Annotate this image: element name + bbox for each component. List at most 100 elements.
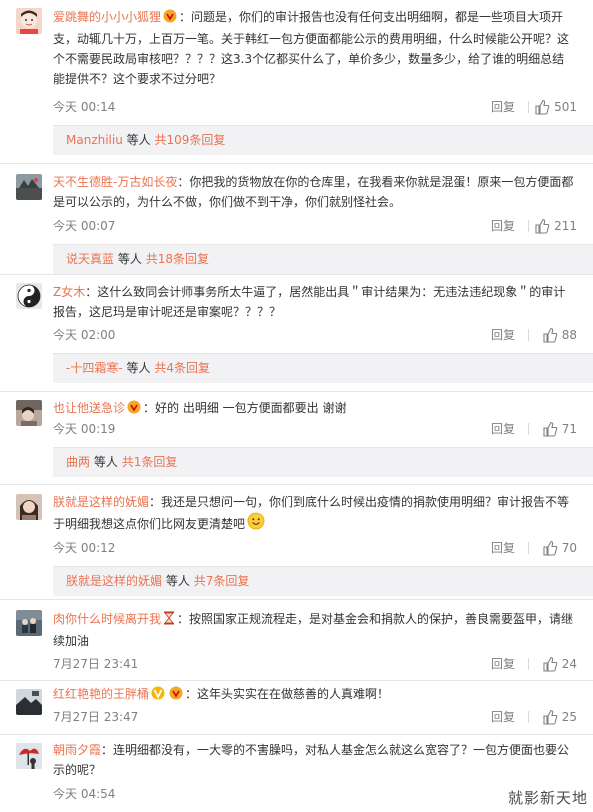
comment-meta: 7月27日 23:41 回复 24 bbox=[53, 654, 577, 674]
like-button[interactable]: 71 bbox=[542, 419, 577, 439]
hourglass-icon bbox=[163, 611, 175, 631]
comment-meta: 今天 04:54 bbox=[53, 784, 577, 804]
comment-username[interactable]: 爱跳舞的小小小狐狸 bbox=[53, 10, 161, 24]
sub-reply-user[interactable]: -十四霜寒- bbox=[66, 361, 123, 375]
comment-time: 今天 04:54 bbox=[53, 787, 116, 801]
comment-username[interactable]: 朝雨夕霞 bbox=[53, 743, 101, 757]
comment-meta: 今天 00:19 回复 71 bbox=[53, 419, 577, 439]
comment-username[interactable]: 朕就是这样的妩媚 bbox=[53, 495, 149, 509]
comment-meta: 今天 00:12 回复 70 bbox=[53, 538, 577, 558]
like-count: 501 bbox=[554, 100, 577, 114]
comment-meta: 7月27日 23:47 回复 25 bbox=[53, 707, 577, 727]
like-button[interactable]: 24 bbox=[542, 654, 577, 674]
separator bbox=[528, 329, 529, 341]
divider bbox=[0, 391, 593, 392]
like-button[interactable]: 211 bbox=[534, 216, 577, 236]
reply-button[interactable]: 回复 bbox=[491, 97, 515, 117]
comment-time: 7月27日 23:47 bbox=[53, 710, 139, 724]
like-count: 70 bbox=[561, 541, 577, 555]
comment-username[interactable]: 也让他送急诊 bbox=[53, 401, 125, 415]
reply-button[interactable]: 回复 bbox=[491, 419, 515, 439]
reply-button[interactable]: 回复 bbox=[491, 707, 515, 727]
like-count: 88 bbox=[561, 328, 577, 342]
separator bbox=[528, 542, 529, 554]
avatar[interactable] bbox=[16, 400, 42, 426]
comment-username[interactable]: Z女木 bbox=[53, 285, 85, 299]
comment-username[interactable]: 红红艳艳的王胖桶 bbox=[53, 687, 149, 701]
sub-replies-box: Manzhiliu 等人 共109条回复 bbox=[53, 125, 593, 155]
comment-username[interactable]: 天不生德胜-万古如长夜 bbox=[53, 175, 177, 189]
reply-button[interactable]: 回复 bbox=[491, 325, 515, 345]
comment-time: 今天 00:07 bbox=[53, 219, 116, 233]
thumbs-up-icon bbox=[543, 421, 557, 437]
sub-reply-count-link[interactable]: 共7条回复 bbox=[194, 574, 250, 588]
comment-time: 今天 00:12 bbox=[53, 541, 116, 555]
comment-meta: 今天 00:07 回复 211 bbox=[53, 216, 577, 236]
comment-username[interactable]: 肉你什么时候离开我 bbox=[53, 612, 161, 626]
like-button[interactable]: 25 bbox=[542, 707, 577, 727]
watermark-text: 就影新天地 bbox=[507, 789, 588, 807]
avatar[interactable] bbox=[16, 283, 42, 309]
comment-text: 红红艳艳的王胖桶 ：这年头实实在在做慈善的人真难啊！ bbox=[53, 684, 575, 706]
divider bbox=[0, 163, 593, 164]
divider bbox=[0, 680, 593, 681]
sub-reply-user[interactable]: Manzhiliu bbox=[66, 133, 123, 147]
divider bbox=[0, 599, 593, 600]
sub-reply-user[interactable]: 说天真蓝 bbox=[66, 252, 114, 266]
sub-replies-box: 曲两 等人 共1条回复 bbox=[53, 447, 593, 477]
thumbs-up-icon bbox=[543, 709, 557, 725]
verified-v-icon bbox=[151, 686, 165, 706]
separator bbox=[528, 101, 529, 113]
divider bbox=[0, 484, 593, 485]
reply-button[interactable]: 回复 bbox=[491, 538, 515, 558]
divider bbox=[0, 734, 593, 735]
comment-text: 也让他送急诊 ：好的 出明细 一包方便面都要出 谢谢 bbox=[53, 398, 575, 420]
separator bbox=[528, 423, 529, 435]
vip-badge-icon bbox=[169, 686, 183, 706]
sub-reply-count-link[interactable]: 共4条回复 bbox=[154, 361, 210, 375]
comment-time: 7月27日 23:41 bbox=[53, 657, 139, 671]
reply-button[interactable]: 回复 bbox=[491, 216, 515, 236]
comment-text: 天不生德胜-万古如长夜：你把我的货物放在你的仓库里，在我看来你就是混蛋！原来一包… bbox=[53, 175, 574, 209]
sub-replies-box: 说天真蓝 等人 共18条回复 bbox=[53, 244, 593, 274]
like-count: 24 bbox=[561, 657, 577, 671]
like-count: 71 bbox=[561, 422, 577, 436]
comment-meta: 今天 02:00 回复 88 bbox=[53, 325, 577, 345]
comment-time: 今天 00:14 bbox=[53, 100, 116, 114]
comment-time: 今天 02:00 bbox=[53, 328, 116, 342]
avatar[interactable] bbox=[16, 494, 42, 520]
like-button[interactable]: 501 bbox=[534, 97, 577, 117]
thumbs-up-icon bbox=[535, 99, 550, 115]
sub-reply-user[interactable]: 曲两 bbox=[66, 455, 90, 469]
divider bbox=[0, 274, 593, 275]
sub-replies-box: -十四霜寒- 等人 共4条回复 bbox=[53, 353, 593, 383]
avatar[interactable] bbox=[16, 174, 42, 200]
comment-meta: 今天 00:14 回复 501 bbox=[53, 97, 577, 117]
smiley-emoji-icon bbox=[247, 512, 265, 536]
separator bbox=[528, 711, 529, 723]
like-count: 25 bbox=[561, 710, 577, 724]
reply-button[interactable]: 回复 bbox=[491, 654, 515, 674]
comment-text: 朕就是这样的妩媚：我还是只想问一句，你们到底什么时候出疫情的捐款使用明细？审计报… bbox=[53, 492, 575, 536]
separator bbox=[528, 658, 529, 670]
vip-badge-icon bbox=[127, 400, 141, 420]
like-count: 211 bbox=[554, 219, 577, 233]
sub-reply-count-link[interactable]: 共18条回复 bbox=[146, 252, 209, 266]
sub-reply-count-link[interactable]: 共109条回复 bbox=[155, 133, 226, 147]
thumbs-up-icon bbox=[543, 327, 557, 343]
thumbs-up-icon bbox=[543, 656, 557, 672]
thumbs-up-icon bbox=[543, 540, 557, 556]
comment-time: 今天 00:19 bbox=[53, 422, 116, 436]
sub-reply-user[interactable]: 朕就是这样的妩媚 bbox=[66, 574, 162, 588]
thumbs-up-icon bbox=[535, 218, 550, 234]
avatar[interactable] bbox=[16, 610, 42, 636]
comment-text: 朝雨夕霞：连明细都没有，一大零的不害臊吗，对私人基金怎么就这么宽容了？一包方便面… bbox=[53, 743, 570, 777]
like-button[interactable]: 70 bbox=[542, 538, 577, 558]
comment-text: 爱跳舞的小小小狐狸 ：问题是，你们的审计报告也没有任何支出明细啊，都是一些项目大项… bbox=[53, 9, 570, 86]
avatar[interactable] bbox=[16, 689, 42, 715]
like-button[interactable]: 88 bbox=[542, 325, 577, 345]
avatar[interactable] bbox=[16, 8, 42, 34]
avatar[interactable] bbox=[16, 743, 42, 769]
separator bbox=[528, 220, 529, 232]
sub-reply-count-link[interactable]: 共1条回复 bbox=[122, 455, 178, 469]
